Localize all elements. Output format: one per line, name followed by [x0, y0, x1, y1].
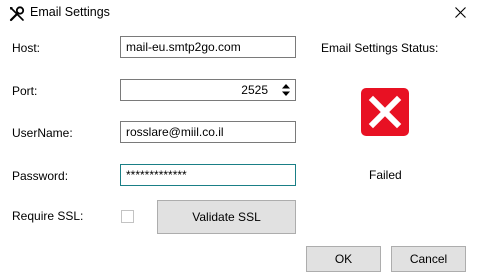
host-input[interactable]: mail-eu.smtp2go.com [120, 36, 296, 58]
cancel-label: Cancel [409, 252, 448, 266]
email-settings-dialog: Email Settings Host: mail-eu.smtp2go.com… [0, 0, 477, 280]
password-label: Password: [12, 169, 69, 183]
close-icon [455, 7, 466, 18]
wrench-screwdriver-icon [8, 5, 26, 23]
spin-arrows-icon[interactable] [281, 82, 291, 98]
title-bar: Email Settings [0, 0, 477, 26]
host-label: Host: [12, 41, 41, 55]
ok-label: OK [334, 252, 353, 266]
password-value: ************* [126, 168, 187, 182]
ok-button[interactable]: OK [306, 246, 381, 272]
password-input[interactable]: ************* [120, 164, 296, 186]
port-label: Port: [12, 84, 38, 98]
status-text: Failed [369, 168, 402, 182]
username-input[interactable]: rosslare@miil.co.il [120, 121, 296, 143]
error-x-icon [361, 88, 409, 136]
require-ssl-label: Require SSL: [12, 209, 84, 223]
port-value: 2525 [241, 83, 268, 97]
username-label: UserName: [12, 126, 73, 140]
close-button[interactable] [445, 0, 477, 26]
port-stepper[interactable]: 2525 [120, 79, 296, 101]
require-ssl-checkbox[interactable] [121, 210, 134, 223]
validate-ssl-label: Validate SSL [192, 210, 261, 224]
username-value: rosslare@miil.co.il [126, 125, 224, 139]
host-value: mail-eu.smtp2go.com [126, 40, 241, 54]
validate-ssl-button[interactable]: Validate SSL [157, 200, 296, 234]
window-title: Email Settings [30, 5, 110, 19]
cancel-button[interactable]: Cancel [391, 246, 466, 272]
status-heading: Email Settings Status: [321, 41, 439, 55]
